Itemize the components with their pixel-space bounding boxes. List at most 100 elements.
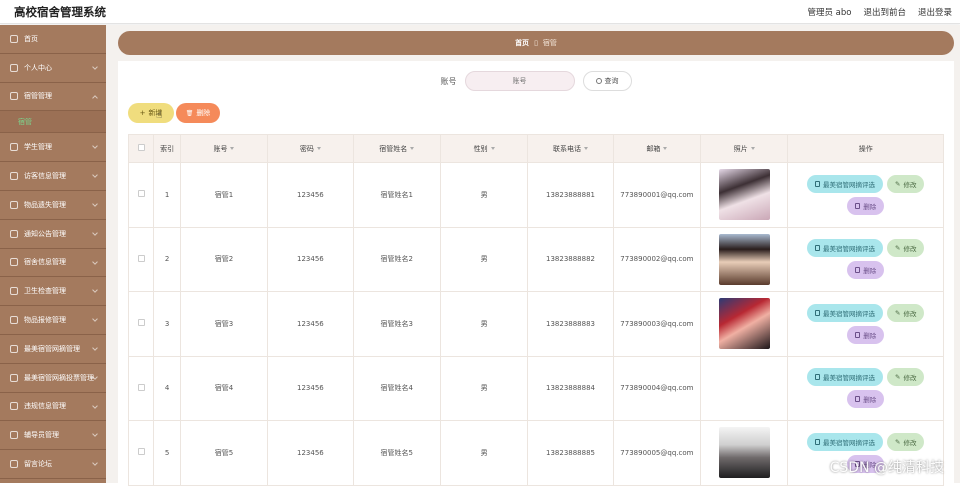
cell-actions: 最美宿管网摘评选 ✎修改 删除 (788, 292, 944, 357)
admin-label: 管理员 abo (807, 6, 851, 18)
column-header-label: 账号 (213, 145, 227, 153)
back-to-front-link[interactable]: 退出到前台 (863, 6, 906, 18)
cell-index: 5 (154, 421, 180, 486)
column-header-account[interactable]: 账号 (180, 135, 267, 163)
cell-account: 宿管1 (180, 163, 267, 228)
cell-account: 宿管2 (180, 227, 267, 292)
edit-button[interactable]: ✎修改 (887, 239, 924, 257)
best-manager-eval-button[interactable]: 最美宿管网摘评选 (807, 175, 883, 193)
column-header-name[interactable]: 宿管姓名 (353, 135, 440, 163)
column-header-label: 宿管姓名 (379, 145, 407, 153)
pencil-icon: ✎ (895, 373, 900, 381)
button-label: 删除 (863, 265, 876, 275)
delete-button[interactable]: 删除 (847, 197, 884, 215)
sidebar-subitem-dorm-manager[interactable]: 宿管 (0, 111, 106, 133)
user-icon (10, 64, 18, 72)
row-checkbox[interactable] (129, 292, 154, 357)
folder-icon (10, 316, 18, 324)
cell-name: 宿管姓名1 (353, 163, 440, 228)
column-header-photo[interactable]: 照片 (701, 135, 788, 163)
logout-link[interactable]: 退出登录 (918, 6, 952, 18)
sidebar-item-home[interactable]: 首页 (0, 25, 106, 54)
edit-button[interactable]: ✎修改 (887, 433, 924, 451)
avatar[interactable] (719, 234, 770, 285)
search-input[interactable] (465, 71, 575, 91)
row-checkbox[interactable] (129, 421, 154, 486)
chevron-down-icon (92, 172, 98, 178)
folder-icon (10, 402, 18, 410)
folder-icon (10, 460, 18, 468)
sidebar-item-violations[interactable]: 违规信息管理 (0, 393, 106, 422)
main-content: 首页 ▯ 宿管 账号 查询 + 新增 🗑 删除 ☝ (106, 25, 960, 483)
sidebar-item-label: 访客信息管理 (24, 171, 66, 181)
chevron-down-icon (92, 259, 98, 265)
best-manager-eval-button[interactable]: 最美宿管网摘评选 (807, 239, 883, 257)
chevron-down-icon (92, 201, 98, 207)
cell-phone: 13823888882 (528, 227, 613, 292)
edit-button[interactable]: ✎修改 (887, 304, 924, 322)
sort-icon (410, 147, 414, 150)
document-icon (815, 374, 820, 380)
delete-button[interactable]: 删除 (847, 261, 884, 279)
sidebar-item-best-manager[interactable]: 最美宿管网摘管理 (0, 335, 106, 364)
best-manager-eval-button[interactable]: 最美宿管网摘评选 (807, 433, 883, 451)
column-header-gender[interactable]: 性别 (440, 135, 527, 163)
sidebar-item-repairs[interactable]: 物品报修管理 (0, 306, 106, 335)
sidebar-item-notices[interactable]: 通知公告管理 (0, 220, 106, 249)
cell-email: 773890005@qq.com (613, 421, 700, 486)
folder-icon (10, 143, 18, 151)
chevron-down-icon (92, 144, 98, 150)
cell-photo (701, 163, 788, 228)
sidebar-item-dorm-manager[interactable]: 宿管管理 (0, 83, 106, 112)
search-button[interactable]: 查询 (583, 71, 632, 91)
column-header-label: 密码 (300, 145, 314, 153)
add-button[interactable]: + 新增 (128, 103, 174, 123)
row-checkbox[interactable] (129, 356, 154, 421)
sidebar-item-label: 最美宿管网摘管理 (24, 344, 80, 354)
sidebar-item-visitors[interactable]: 访客信息管理 (0, 162, 106, 191)
cell-password: 123456 (268, 421, 353, 486)
edit-button[interactable]: ✎修改 (887, 175, 924, 193)
best-manager-eval-button[interactable]: 最美宿管网摘评选 (807, 368, 883, 386)
edit-button[interactable]: ✎修改 (887, 368, 924, 386)
cell-name: 宿管姓名5 (353, 421, 440, 486)
sidebar-item-hygiene[interactable]: 卫生检查管理 (0, 277, 106, 306)
sidebar-item-personal-center[interactable]: 个人中心 (0, 54, 106, 83)
row-checkbox[interactable] (129, 163, 154, 228)
cell-name: 宿管姓名2 (353, 227, 440, 292)
batch-delete-button[interactable]: 🗑 删除 (176, 103, 220, 123)
sidebar-item-counselors[interactable]: 辅导员管理 (0, 421, 106, 450)
sidebar-item-label: 物品遗失管理 (24, 200, 66, 210)
sidebar-item-forum[interactable]: 留言论坛 (0, 450, 106, 479)
avatar[interactable] (719, 169, 770, 220)
button-label: 修改 (903, 179, 916, 189)
folder-icon (10, 345, 18, 353)
delete-button[interactable]: 删除 (847, 326, 884, 344)
sidebar-item-dorm-info[interactable]: 宿舍信息管理 (0, 249, 106, 278)
breadcrumb-home[interactable]: 首页 (515, 38, 529, 48)
avatar[interactable] (719, 427, 770, 478)
column-header-phone[interactable]: 联系电话 (528, 135, 613, 163)
sidebar-item-students[interactable]: 学生管理 (0, 133, 106, 162)
sidebar-item-label: 首页 (24, 34, 38, 44)
sidebar-item-lost-items[interactable]: 物品遗失管理 (0, 191, 106, 220)
column-header-password[interactable]: 密码 (268, 135, 353, 163)
avatar[interactable] (719, 298, 770, 349)
chevron-down-icon (92, 64, 98, 70)
cell-name: 宿管姓名3 (353, 292, 440, 357)
cell-photo (701, 421, 788, 486)
search-button-label: 查询 (605, 76, 619, 86)
best-manager-eval-button[interactable]: 最美宿管网摘评选 (807, 304, 883, 322)
cell-email: 773890002@qq.com (613, 227, 700, 292)
select-all-checkbox[interactable] (129, 135, 154, 163)
pencil-icon: ✎ (895, 438, 900, 446)
sidebar-item-best-manager-votes[interactable]: 最美宿管网摘投票管理 (0, 364, 106, 393)
row-checkbox[interactable] (129, 227, 154, 292)
delete-button[interactable]: 删除 (847, 390, 884, 408)
cell-phone: 13823888881 (528, 163, 613, 228)
cell-index: 3 (154, 292, 180, 357)
chevron-down-icon (92, 374, 98, 380)
table-row: 2 宿管2 123456 宿管姓名2 男 13823888882 7738900… (129, 227, 944, 292)
column-header-email[interactable]: 邮箱 (613, 135, 700, 163)
sidebar: 首页 个人中心 宿管管理 宿管 学生管理 访客信息管理 物品遗失管理 通知公告管… (0, 25, 106, 483)
